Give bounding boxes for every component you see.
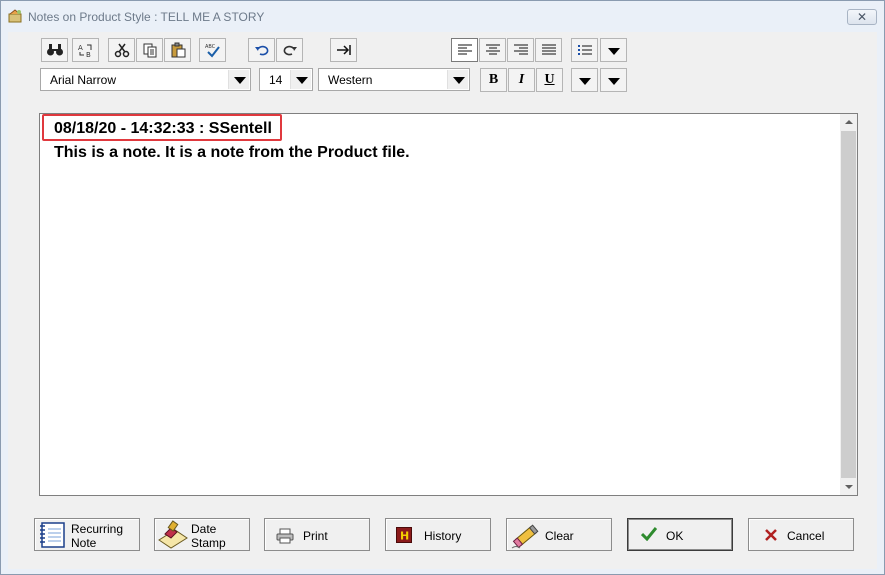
svg-text:A: A (78, 44, 83, 52)
clear-button[interactable]: Clear (506, 518, 612, 551)
undo-icon[interactable] (248, 38, 275, 62)
date-stamp-button[interactable]: Date Stamp (154, 518, 250, 551)
cancel-label: Cancel (787, 529, 825, 543)
ok-button[interactable]: OK (627, 518, 733, 551)
cancel-button[interactable]: Cancel (748, 518, 854, 551)
title-bar: Notes on Product Style : TELL ME A STORY… (1, 1, 884, 32)
chevron-down-icon[interactable] (228, 70, 249, 89)
svg-text:B: B (86, 51, 91, 58)
recurring-note-button[interactable]: Recurring Note (34, 518, 140, 551)
note-text: This is a note. It is a note from the Pr… (54, 144, 410, 161)
scroll-thumb[interactable] (841, 131, 856, 478)
script-value: Western (328, 73, 373, 87)
spellcheck-icon[interactable]: ABC (199, 38, 226, 62)
italic-button[interactable]: I (508, 68, 535, 92)
redo-icon[interactable] (276, 38, 303, 62)
script-select[interactable]: Western (318, 68, 470, 91)
recurring-label-line2: Note (71, 536, 97, 550)
paste-icon[interactable] (164, 38, 191, 62)
font-name-select[interactable]: Arial Narrow (40, 68, 251, 91)
notes-dialog: Notes on Product Style : TELL ME A STORY… (0, 0, 885, 575)
date-stamp-label: Date Stamp (191, 522, 226, 550)
window-title: Notes on Product Style : TELL ME A STORY (28, 10, 265, 24)
copy-icon[interactable] (136, 38, 163, 62)
checkmark-icon (640, 527, 658, 544)
dialog-client-area: AB ABC Arial Narrow 14 Western B I U 08/… (8, 32, 877, 569)
print-button[interactable]: Print (264, 518, 370, 551)
justify-icon[interactable] (535, 38, 562, 62)
highlight-dropdown-button[interactable] (600, 68, 627, 92)
underline-button[interactable]: U (536, 68, 563, 92)
chevron-down-icon[interactable] (290, 70, 311, 89)
printer-icon (276, 528, 294, 547)
eraser-icon (510, 521, 542, 554)
recurring-label-line1: Recurring (71, 522, 124, 536)
cancel-x-icon (764, 528, 778, 545)
scroll-down-icon[interactable] (840, 478, 857, 495)
history-icon: H (396, 527, 412, 546)
date-label-line1: Date (191, 522, 217, 536)
list-dropdown-button[interactable] (600, 38, 627, 62)
align-left-icon[interactable] (451, 38, 478, 62)
app-icon (8, 9, 24, 23)
align-right-icon[interactable] (507, 38, 534, 62)
text-color-dropdown-button[interactable] (571, 68, 598, 92)
find-icon[interactable] (41, 38, 68, 62)
note-editor[interactable]: 08/18/20 - 14:32:33 : SSentell This is a… (39, 113, 858, 496)
svg-text:H: H (400, 530, 409, 543)
vertical-scrollbar[interactable] (840, 114, 857, 495)
align-center-icon[interactable] (479, 38, 506, 62)
close-button[interactable]: ✕ (847, 9, 877, 25)
history-button[interactable]: H History (385, 518, 491, 551)
date-label-line2: Stamp (191, 536, 226, 550)
font-size-value: 14 (269, 73, 283, 87)
recurring-note-label: Recurring Note (71, 522, 123, 550)
chevron-down-icon[interactable] (447, 70, 468, 89)
replace-icon[interactable]: AB (72, 38, 99, 62)
scroll-up-icon[interactable] (840, 114, 857, 131)
date-stamp-line: 08/18/20 - 14:32:33 : SSentell (54, 120, 272, 137)
indent-icon[interactable] (330, 38, 357, 62)
font-name-value: Arial Narrow (50, 73, 117, 87)
svg-text:ABC: ABC (205, 44, 216, 50)
stamp-icon (157, 520, 189, 553)
bullet-list-icon[interactable] (571, 38, 598, 62)
font-size-select[interactable]: 14 (259, 68, 313, 91)
notebook-icon (38, 521, 68, 552)
print-label: Print (303, 529, 328, 543)
bold-button[interactable]: B (480, 68, 507, 92)
clear-label: Clear (545, 529, 574, 543)
history-label: History (424, 529, 462, 543)
ok-label: OK (666, 529, 684, 543)
cut-icon[interactable] (108, 38, 135, 62)
